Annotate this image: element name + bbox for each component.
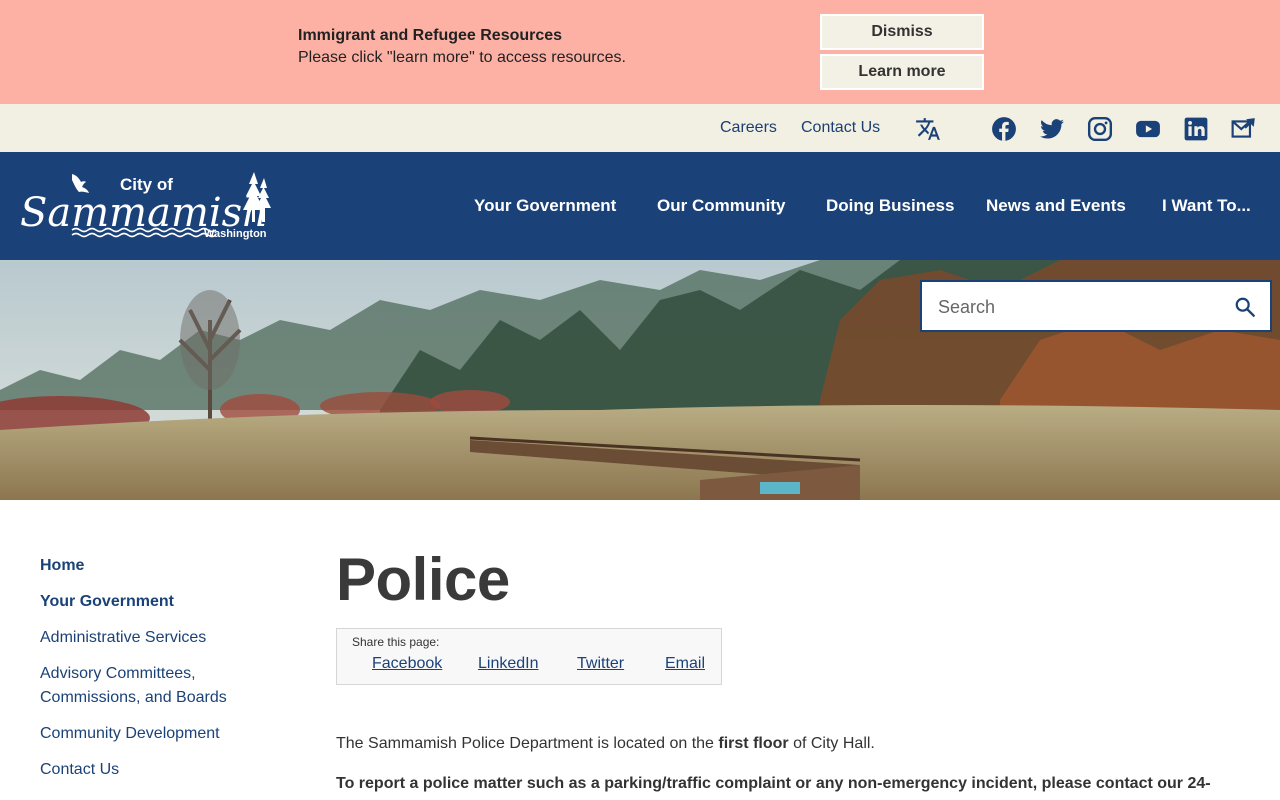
sidebar-item-administrative-services[interactable]: Administrative Services (40, 626, 270, 650)
share-linkedin-link[interactable]: LinkedIn (478, 655, 539, 673)
sidebar-item-home[interactable]: Home (40, 554, 270, 578)
logo-washington: Washington (204, 228, 267, 240)
main-header: City of Sammamish Washington Your Govern… (0, 152, 1280, 260)
share-email-link[interactable]: Email (665, 655, 705, 673)
email-subscribe-icon[interactable] (1231, 116, 1257, 142)
learn-more-button[interactable]: Learn more (820, 54, 984, 90)
sidebar-item-your-government[interactable]: Your Government (40, 590, 270, 614)
twitter-icon[interactable] (1039, 116, 1065, 142)
alert-banner: Immigrant and Refugee Resources Please c… (0, 0, 1280, 104)
search-box (920, 280, 1272, 332)
intro-paragraph: The Sammamish Police Department is locat… (336, 732, 1236, 756)
intro-text-bold: first floor (718, 735, 789, 752)
dismiss-button[interactable]: Dismiss (820, 14, 984, 50)
report-paragraph: To report a police matter such as a park… (336, 775, 1211, 792)
alert-body: Please click "learn more" to access reso… (298, 49, 626, 66)
nav-i-want-to[interactable]: I Want To... (1162, 196, 1251, 216)
intro-text-pre: The Sammamish Police Department is locat… (336, 735, 719, 752)
contact-us-link[interactable]: Contact Us (801, 118, 880, 138)
alert-title: Immigrant and Refugee Resources (298, 27, 563, 44)
nav-doing-business[interactable]: Doing Business (826, 196, 954, 216)
nav-your-government[interactable]: Your Government (474, 196, 616, 216)
nav-our-community[interactable]: Our Community (657, 196, 785, 216)
translate-icon[interactable] (915, 116, 941, 142)
nav-news-and-events[interactable]: News and Events (986, 196, 1126, 216)
page-title: Police (336, 546, 510, 613)
share-twitter-link[interactable]: Twitter (577, 655, 624, 673)
utility-bar: Careers Contact Us (0, 104, 1280, 152)
search-icon[interactable] (1234, 296, 1256, 318)
sidebar-item-community-development[interactable]: Community Development (40, 722, 270, 746)
linkedin-icon[interactable] (1183, 116, 1209, 142)
city-logo[interactable]: City of Sammamish Washington (18, 170, 274, 244)
sidebar-item-advisory-committees[interactable]: Advisory Committees, Commissions, and Bo… (40, 662, 270, 710)
youtube-icon[interactable] (1135, 116, 1161, 142)
share-box: Share this page: Facebook LinkedIn Twitt… (336, 628, 722, 685)
intro-text-post: of City Hall. (788, 735, 875, 752)
facebook-icon[interactable] (991, 116, 1017, 142)
careers-link[interactable]: Careers (720, 118, 777, 138)
share-facebook-link[interactable]: Facebook (372, 655, 442, 673)
share-label: Share this page: (352, 635, 440, 649)
instagram-icon[interactable] (1087, 116, 1113, 142)
alert-text: Immigrant and Refugee Resources Please c… (298, 26, 626, 70)
sidebar-item-contact-us[interactable]: Contact Us (40, 758, 270, 782)
search-input[interactable] (938, 295, 1218, 319)
